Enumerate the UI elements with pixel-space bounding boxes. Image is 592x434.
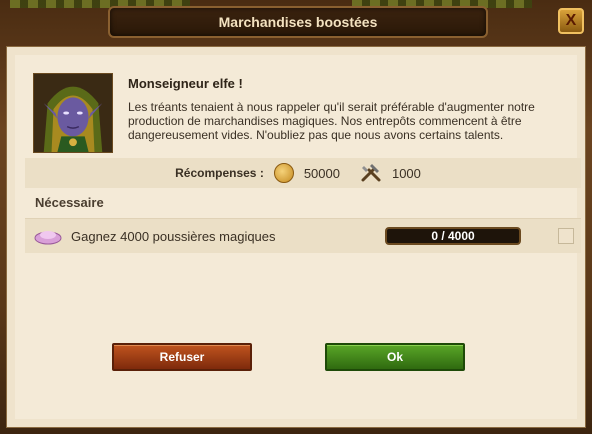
close-icon: X [565,12,577,29]
npc-name: Monseigneur elfe ! [128,76,243,91]
dialog-title: Marchandises boostées [218,14,378,30]
requirement-checkbox[interactable] [558,228,574,244]
dialog-title-bar: Marchandises boostées [108,6,488,38]
quest-panel: Monseigneur elfe ! Les tréants tenaient … [6,46,586,428]
coin-icon [273,163,294,183]
dialog-frame: Marchandises boostées X Monseigneur elfe… [0,0,592,434]
rewards-row: Récompenses : 50000 1000 [25,158,581,188]
hammer-icon [361,164,381,182]
refuse-button-label: Refuser [159,350,205,364]
requirement-progress-bar: 0 / 4000 [385,227,521,245]
close-button[interactable]: X [558,8,584,34]
ok-button-label: Ok [386,350,403,364]
rewards-label: Récompenses : [175,166,264,180]
requirements-title: Nécessaire [35,195,104,210]
elf-portrait [33,73,113,153]
reward-coins-value: 50000 [303,165,340,181]
requirement-text: Gagnez 4000 poussières magiques [71,229,276,244]
reward-supplies-value: 1000 [391,165,421,181]
requirement-progress-text: 0 / 4000 [431,229,475,243]
refuse-button[interactable]: Refuser [112,343,252,371]
quest-panel-inner: Monseigneur elfe ! Les tréants tenaient … [15,55,581,419]
magic-dust-icon [34,231,62,245]
requirement-row: Gagnez 4000 poussières magiques 0 / 4000 [25,218,581,253]
ok-button[interactable]: Ok [325,343,465,371]
quest-description: Les tréants tenaient à nous rappeler qu'… [128,100,535,142]
